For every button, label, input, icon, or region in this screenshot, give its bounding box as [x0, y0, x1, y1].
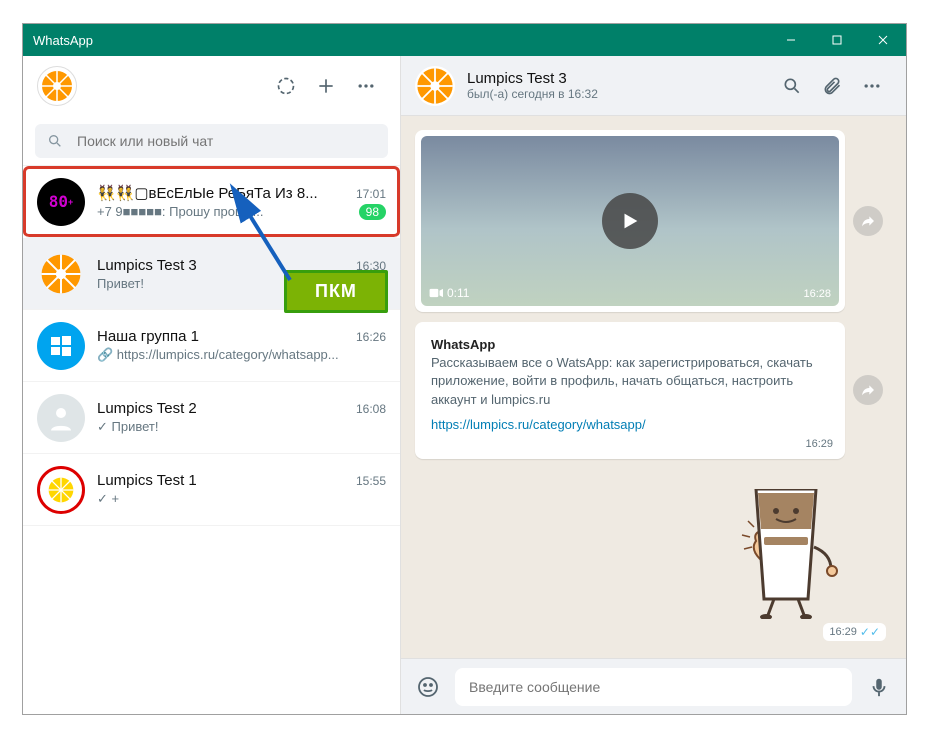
video-duration: 0:11 [429, 286, 469, 300]
chat-last: Привет! [97, 276, 144, 291]
chat-last: 🔗 https://lumpics.ru/category/whatsapp..… [97, 347, 339, 363]
mic-icon[interactable] [864, 676, 894, 698]
chat-time: 16:08 [356, 402, 386, 416]
titlebar: WhatsApp [23, 24, 906, 56]
chat-last: ✓ Привет! [97, 419, 158, 435]
menu-icon[interactable] [346, 66, 386, 106]
search-box[interactable] [35, 124, 388, 158]
unread-badge: 98 [359, 204, 386, 220]
sticker-time: 16:29✓✓ [823, 623, 886, 641]
chat-time: 17:01 [356, 187, 386, 201]
contact-avatar[interactable] [415, 66, 455, 106]
chat-item-0[interactable]: 80+ 👯👯▢вЕсЕлЫе РеБяТа Из 8...17:01 +7 9■… [23, 166, 400, 238]
contact-name: Lumpics Test 3 [467, 70, 598, 87]
app-window: WhatsApp [22, 23, 907, 715]
avatar [37, 466, 85, 514]
chat-last: ✓ + [97, 491, 119, 507]
avatar [37, 322, 85, 370]
forward-icon[interactable] [853, 206, 883, 236]
chat-title: Lumpics Test 1 [97, 472, 197, 489]
new-chat-icon[interactable] [306, 66, 346, 106]
chat-title: Lumpics Test 3 [97, 257, 197, 274]
incoming-message-link[interactable]: WhatsApp Рассказываем все о WatsApp: как… [415, 322, 845, 459]
chat-list-panel: 80+ 👯👯▢вЕсЕлЫе РеБяТа Из 8...17:01 +7 9■… [23, 56, 401, 714]
message-time: 16:29 [421, 438, 839, 453]
chat-title: Наша группа 1 [97, 328, 199, 345]
annotation-callout: ПКМ [284, 270, 388, 313]
link-preview: WhatsApp Рассказываем все о WatsApp: как… [421, 328, 839, 417]
status-icon[interactable] [266, 66, 306, 106]
preview-link[interactable]: https://lumpics.ru/category/whatsapp/ [421, 417, 839, 438]
video-message-time: 16:28 [803, 288, 831, 300]
play-icon[interactable] [602, 193, 658, 249]
forward-icon[interactable] [853, 375, 883, 405]
message-input[interactable] [455, 668, 852, 706]
search-input[interactable] [77, 133, 376, 149]
avatar [37, 250, 85, 298]
chat-title: Lumpics Test 2 [97, 400, 197, 417]
chat-item-3[interactable]: Lumpics Test 2 16:08 ✓ Привет! [23, 382, 400, 454]
chat-item-2[interactable]: Наша группа 1 16:26 🔗 https://lumpics.ru/… [23, 310, 400, 382]
chat-time: 15:55 [356, 474, 386, 488]
attach-icon[interactable] [812, 66, 852, 106]
incoming-message-video[interactable]: 0:11 16:28 [415, 130, 845, 312]
search-in-chat-icon[interactable] [772, 66, 812, 106]
contact-status: был(-а) сегодня в 16:32 [467, 87, 598, 101]
chat-time: 16:26 [356, 330, 386, 344]
preview-title: WhatsApp [431, 337, 495, 352]
emoji-icon[interactable] [413, 675, 443, 699]
avatar [37, 394, 85, 442]
chat-item-4[interactable]: Lumpics Test 1 15:55 ✓ + [23, 454, 400, 526]
close-button[interactable] [860, 24, 906, 56]
search-icon [47, 133, 63, 149]
maximize-button[interactable] [814, 24, 860, 56]
outgoing-sticker: 16:29✓✓ [415, 489, 886, 641]
chat-menu-icon[interactable] [852, 66, 892, 106]
preview-desc: Рассказываем все о WatsApp: как зарегист… [431, 355, 813, 406]
avatar: 80+ [37, 178, 85, 226]
minimize-button[interactable] [768, 24, 814, 56]
app-title: WhatsApp [33, 33, 93, 48]
chat-panel: Lumpics Test 3 был(-а) сегодня в 16:32 0… [401, 56, 906, 714]
my-avatar[interactable] [37, 66, 77, 106]
read-ticks-icon: ✓✓ [860, 625, 880, 639]
